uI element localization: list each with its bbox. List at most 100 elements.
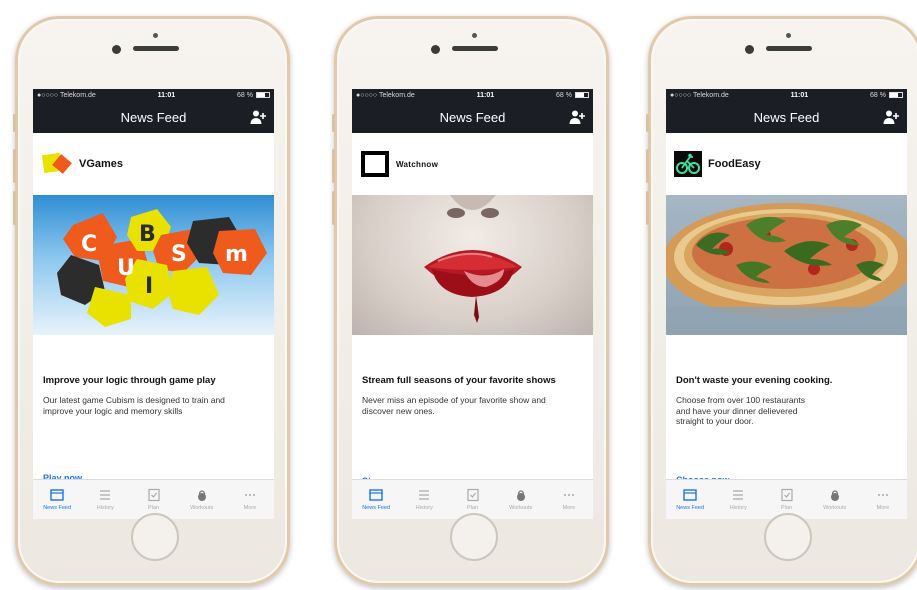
home-button[interactable] bbox=[450, 513, 498, 561]
tab-workouts[interactable]: Workouts bbox=[497, 480, 545, 519]
battery-icon bbox=[574, 92, 589, 98]
ad-body: Improve your logic through game play Our… bbox=[33, 335, 274, 437]
tab-label: History bbox=[415, 505, 433, 511]
more-icon bbox=[563, 494, 574, 496]
phone-vgames: ●○○○○ Telekom.de 11:01 68 % News Feed VG… bbox=[13, 16, 290, 586]
nav-title: News Feed bbox=[439, 109, 506, 125]
status-bar: ●○○○○ Telekom.de 11:01 68 % bbox=[666, 89, 907, 101]
speaker-grille bbox=[133, 46, 179, 51]
tab-label: Plan bbox=[148, 505, 160, 511]
vgames-logo-icon bbox=[41, 152, 72, 174]
foodeasy-bike-logo-icon bbox=[674, 151, 702, 177]
phone-foodeasy: ●○○○○ Telekom.de 11:01 68 % News Feed Fo… bbox=[646, 16, 917, 586]
watchnow-logo-icon bbox=[361, 151, 389, 177]
kettlebell-icon bbox=[830, 490, 839, 501]
ad-headline: Improve your logic through game play bbox=[43, 375, 216, 386]
ad-headline: Don't waste your evening cooking. bbox=[676, 375, 833, 386]
list-icon bbox=[419, 490, 430, 500]
brand-name: FoodEasy bbox=[708, 158, 761, 170]
news-feed-icon bbox=[683, 489, 697, 501]
hero-letter-b: B bbox=[139, 222, 156, 247]
tab-label: More bbox=[243, 505, 257, 511]
brand-name: Watchnow bbox=[396, 159, 439, 169]
tab-more[interactable]: More bbox=[545, 480, 593, 519]
battery-percent: 68 % bbox=[237, 91, 253, 99]
checklist-icon bbox=[147, 488, 160, 502]
status-bar: ●○○○○ Telekom.de 11:01 68 % bbox=[33, 89, 274, 101]
home-button[interactable] bbox=[131, 513, 179, 561]
ad-body: Stream full seasons of your favorite sho… bbox=[352, 335, 593, 437]
carrier-label: ●○○○○ Telekom.de bbox=[356, 91, 415, 99]
carrier-label: ●○○○○ Telekom.de bbox=[37, 91, 96, 99]
tab-label: More bbox=[562, 505, 576, 511]
tab-news-feed[interactable]: News Feed bbox=[33, 480, 81, 519]
carrier-label: ●○○○○ Telekom.de bbox=[670, 91, 729, 99]
tab-label: Workouts bbox=[823, 505, 847, 511]
battery-percent: 68 % bbox=[870, 91, 886, 99]
tab-label: Plan bbox=[781, 505, 793, 511]
more-icon bbox=[877, 494, 888, 496]
camera-icon bbox=[112, 45, 121, 54]
phone-watchnow: ●○○○○ Telekom.de 11:01 68 % News Feed Wa… bbox=[332, 16, 609, 586]
tab-more[interactable]: More bbox=[859, 480, 907, 519]
hero-image-cubism[interactable]: C B S m U I bbox=[33, 195, 274, 335]
battery-icon bbox=[888, 92, 903, 98]
nav-bar: News Feed bbox=[352, 101, 593, 133]
tab-history[interactable]: History bbox=[400, 480, 448, 519]
add-user-icon[interactable] bbox=[250, 109, 266, 125]
tab-workouts[interactable]: Workouts bbox=[178, 480, 226, 519]
hero-image-pizza[interactable] bbox=[666, 195, 907, 335]
news-feed-icon bbox=[369, 489, 383, 501]
camera-icon bbox=[431, 45, 440, 54]
camera-icon bbox=[745, 45, 754, 54]
stage: ●○○○○ Telekom.de 11:01 68 % News Feed VG… bbox=[0, 0, 917, 590]
speaker-grille bbox=[452, 46, 498, 51]
tab-label: News Feed bbox=[676, 505, 705, 511]
checklist-icon bbox=[466, 488, 479, 502]
home-button[interactable] bbox=[764, 513, 812, 561]
ad-header: VGames bbox=[33, 133, 274, 195]
battery-icon bbox=[255, 92, 270, 98]
nav-title: News Feed bbox=[120, 109, 187, 125]
add-user-icon[interactable] bbox=[569, 109, 585, 125]
ad-headline: Stream full seasons of your favorite sho… bbox=[362, 375, 556, 386]
add-user-icon[interactable] bbox=[883, 109, 899, 125]
tab-label: Plan bbox=[467, 505, 479, 511]
tab-news-feed[interactable]: News Feed bbox=[352, 480, 400, 519]
screen: ●○○○○ Telekom.de 11:01 68 % News Feed VG… bbox=[33, 89, 274, 519]
checklist-icon bbox=[780, 488, 793, 502]
ad-header: FoodEasy bbox=[666, 133, 907, 195]
status-bar: ●○○○○ Telekom.de 11:01 68 % bbox=[352, 89, 593, 101]
screen: ●○○○○ Telekom.de 11:01 68 % News Feed Wa… bbox=[352, 89, 593, 519]
clock: 11:01 bbox=[157, 91, 176, 99]
ad-body: Don't waste your evening cooking. Choose… bbox=[666, 335, 907, 437]
kettlebell-icon bbox=[197, 490, 206, 501]
ad-description: Never miss an episode of your favorite s… bbox=[362, 395, 546, 416]
tab-workouts[interactable]: Workouts bbox=[811, 480, 859, 519]
hero-letter-i: I bbox=[145, 274, 153, 299]
tab-history[interactable]: History bbox=[714, 480, 762, 519]
tab-news-feed[interactable]: News Feed bbox=[666, 480, 714, 519]
clock: 11:01 bbox=[790, 91, 809, 99]
nav-bar: News Feed bbox=[666, 101, 907, 133]
tab-history[interactable]: History bbox=[81, 480, 129, 519]
tab-label: More bbox=[876, 505, 890, 511]
list-icon bbox=[733, 490, 744, 500]
clock: 11:01 bbox=[476, 91, 495, 99]
more-icon bbox=[244, 494, 255, 496]
hero-letter-u: U bbox=[117, 256, 135, 281]
kettlebell-icon bbox=[516, 490, 525, 501]
tab-label: News Feed bbox=[362, 505, 391, 511]
hero-letter-c: C bbox=[81, 232, 97, 257]
speaker-grille bbox=[766, 46, 812, 51]
ad-header: Watchnow bbox=[352, 133, 593, 195]
brand-name: VGames bbox=[79, 158, 124, 170]
list-icon bbox=[100, 490, 111, 500]
tab-label: Workouts bbox=[509, 505, 533, 511]
hero-letter-s: S bbox=[171, 242, 187, 267]
news-feed-icon bbox=[50, 489, 64, 501]
nav-title: News Feed bbox=[753, 109, 820, 125]
tab-label: News Feed bbox=[43, 505, 72, 511]
tab-more[interactable]: More bbox=[226, 480, 274, 519]
hero-image-lips[interactable] bbox=[352, 195, 593, 335]
